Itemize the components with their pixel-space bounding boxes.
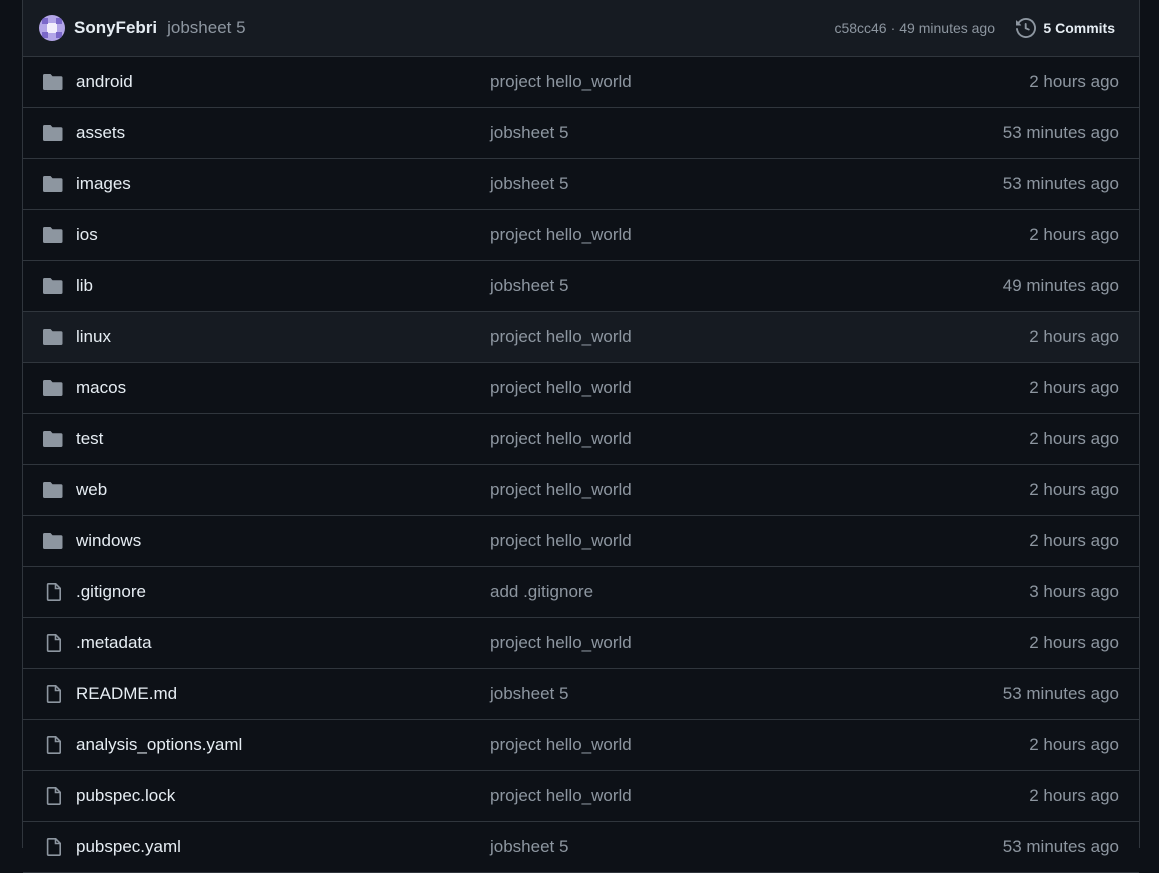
folder-icon xyxy=(43,379,63,397)
folder-icon xyxy=(43,481,63,499)
file-name-link[interactable]: android xyxy=(76,72,133,92)
file-row[interactable]: images jobsheet 5 53 minutes ago xyxy=(23,159,1139,210)
commit-age: 2 hours ago xyxy=(1029,633,1119,652)
commit-age: 3 hours ago xyxy=(1029,582,1119,601)
commit-message-link[interactable]: jobsheet 5 xyxy=(490,174,568,194)
file-icon xyxy=(44,837,64,856)
commit-age: 2 hours ago xyxy=(1029,72,1119,91)
commit-age: 2 hours ago xyxy=(1029,786,1119,805)
commit-message-link[interactable]: project hello_world xyxy=(490,633,632,653)
file-name-link[interactable]: lib xyxy=(76,276,93,296)
commit-hash-link[interactable]: c58cc46 xyxy=(834,20,886,36)
file-row[interactable]: .gitignore add .gitignore 3 hours ago xyxy=(23,567,1139,618)
file-name-link[interactable]: images xyxy=(76,174,131,194)
folder-icon xyxy=(43,73,63,91)
commit-message-link[interactable]: project hello_world xyxy=(490,72,632,92)
commit-age: 2 hours ago xyxy=(1029,480,1119,499)
file-row[interactable]: ios project hello_world 2 hours ago xyxy=(23,210,1139,261)
file-row[interactable]: windows project hello_world 2 hours ago xyxy=(23,516,1139,567)
file-row[interactable]: web project hello_world 2 hours ago xyxy=(23,465,1139,516)
folder-icon xyxy=(43,175,63,193)
commit-separator: · xyxy=(890,20,896,36)
file-row[interactable]: .metadata project hello_world 2 hours ago xyxy=(23,618,1139,669)
folder-icon xyxy=(43,532,63,550)
commit-message-link[interactable]: jobsheet 5 xyxy=(490,276,568,296)
commit-author-link[interactable]: SonyFebri xyxy=(74,18,157,38)
commit-message-link[interactable]: project hello_world xyxy=(490,531,632,551)
commit-age: 53 minutes ago xyxy=(1002,123,1119,142)
file-name-link[interactable]: README.md xyxy=(76,684,177,704)
commit-age: 2 hours ago xyxy=(1029,531,1119,550)
file-name-link[interactable]: windows xyxy=(76,531,141,551)
folder-icon xyxy=(43,124,63,142)
file-icon xyxy=(44,633,64,652)
file-row[interactable]: pubspec.lock project hello_world 2 hours a… xyxy=(23,771,1139,822)
commit-info: c58cc46 · 49 minutes ago xyxy=(834,0,995,56)
commit-message-link[interactable]: project hello_world xyxy=(490,786,632,806)
history-icon xyxy=(1016,18,1037,38)
commit-age: 2 hours ago xyxy=(1029,735,1119,754)
avatar[interactable] xyxy=(39,15,65,41)
file-name-link[interactable]: pubspec.yaml xyxy=(76,837,181,857)
commits-history-link[interactable]: 5 Commits xyxy=(1016,0,1115,56)
file-row[interactable]: android project hello_world 2 hours ago xyxy=(23,57,1139,108)
latest-commit-bar: SonyFebri jobsheet 5 c58cc46 · 49 minute… xyxy=(23,0,1139,57)
file-name-link[interactable]: assets xyxy=(76,123,125,143)
file-row[interactable]: test project hello_world 2 hours ago xyxy=(23,414,1139,465)
commit-message-link[interactable]: project hello_world xyxy=(490,378,632,398)
commit-age: 2 hours ago xyxy=(1029,225,1119,244)
commit-age: 2 hours ago xyxy=(1029,327,1119,346)
commit-message-link[interactable]: jobsheet 5 xyxy=(490,837,568,857)
file-row[interactable]: analysis_options.yaml project hello_world… xyxy=(23,720,1139,771)
file-icon xyxy=(44,582,64,601)
file-row[interactable]: README.md jobsheet 5 53 minutes ago xyxy=(23,669,1139,720)
commit-message-link[interactable]: add .gitignore xyxy=(490,582,593,602)
commits-count-label: 5 Commits xyxy=(1043,20,1115,36)
commit-message-link[interactable]: project hello_world xyxy=(490,429,632,449)
commit-age: 49 minutes ago xyxy=(1002,276,1119,295)
file-row[interactable]: lib jobsheet 5 49 minutes ago xyxy=(23,261,1139,312)
file-icon xyxy=(44,684,64,703)
file-row[interactable]: linux project hello_world 2 hours ago xyxy=(23,312,1139,363)
file-name-link[interactable]: analysis_options.yaml xyxy=(76,735,242,755)
commit-age: 53 minutes ago xyxy=(1002,174,1119,193)
file-name-link[interactable]: macos xyxy=(76,378,126,398)
commit-message-link[interactable]: project hello_world xyxy=(490,327,632,347)
commit-age: 53 minutes ago xyxy=(1002,837,1119,856)
file-row[interactable]: macos project hello_world 2 hours ago xyxy=(23,363,1139,414)
commit-age: 2 hours ago xyxy=(1029,378,1119,397)
file-name-link[interactable]: .metadata xyxy=(76,633,152,653)
folder-icon xyxy=(43,226,63,244)
folder-icon xyxy=(43,277,63,295)
commit-time: 49 minutes ago xyxy=(899,20,995,36)
commit-message-link[interactable]: project hello_world xyxy=(490,480,632,500)
commit-age: 2 hours ago xyxy=(1029,429,1119,448)
file-name-link[interactable]: test xyxy=(76,429,103,449)
folder-icon xyxy=(43,430,63,448)
file-row[interactable]: assets jobsheet 5 53 minutes ago xyxy=(23,108,1139,159)
commit-message-link[interactable]: jobsheet 5 xyxy=(490,123,568,143)
file-name-link[interactable]: ios xyxy=(76,225,98,245)
commit-age: 53 minutes ago xyxy=(1002,684,1119,703)
commit-message-link[interactable]: project hello_world xyxy=(490,735,632,755)
file-name-link[interactable]: web xyxy=(76,480,107,500)
commit-message-link[interactable]: project hello_world xyxy=(490,225,632,245)
file-name-link[interactable]: .gitignore xyxy=(76,582,146,602)
commit-message-link[interactable]: jobsheet 5 xyxy=(490,684,568,704)
file-icon xyxy=(44,786,64,805)
file-icon xyxy=(44,735,64,754)
file-name-link[interactable]: linux xyxy=(76,327,111,347)
file-name-link[interactable]: pubspec.lock xyxy=(76,786,175,806)
file-list: android project hello_world 2 hours ago ass… xyxy=(23,57,1139,873)
file-browser: SonyFebri jobsheet 5 c58cc46 · 49 minute… xyxy=(22,0,1140,873)
commit-message-link[interactable]: jobsheet 5 xyxy=(167,18,245,38)
folder-icon xyxy=(43,328,63,346)
